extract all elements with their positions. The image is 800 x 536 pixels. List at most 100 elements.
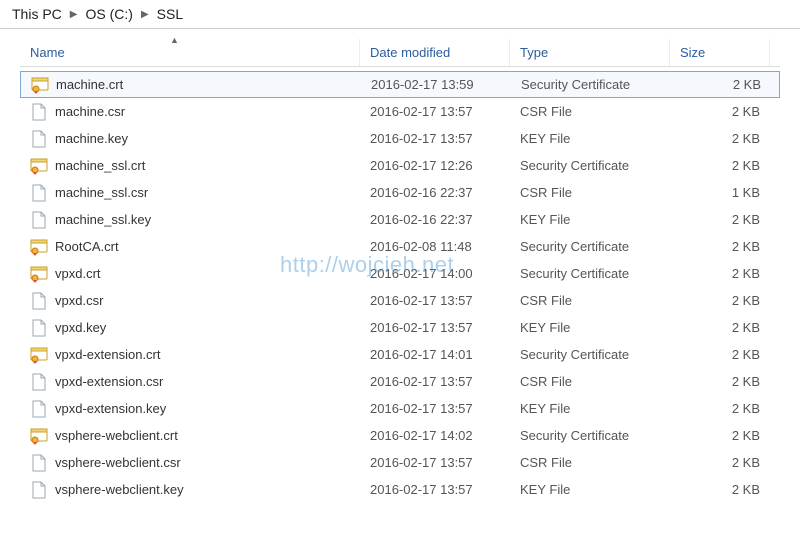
file-type: CSR File (510, 374, 670, 389)
file-date: 2016-02-16 22:37 (360, 212, 510, 227)
file-icon (30, 481, 48, 499)
breadcrumb-item[interactable]: This PC (12, 6, 62, 22)
file-date: 2016-02-17 14:02 (360, 428, 510, 443)
file-icon (30, 400, 48, 418)
file-row[interactable]: machine.key2016-02-17 13:57KEY File2 KB (20, 125, 780, 152)
file-type: CSR File (510, 185, 670, 200)
file-name: vsphere-webclient.key (55, 482, 184, 497)
file-date: 2016-02-08 11:48 (360, 239, 510, 254)
column-header-label: Date modified (370, 45, 450, 60)
file-row[interactable]: vsphere-webclient.crt2016-02-17 14:02Sec… (20, 422, 780, 449)
file-row[interactable]: vpxd-extension.crt2016-02-17 14:01Securi… (20, 341, 780, 368)
file-type: Security Certificate (510, 239, 670, 254)
breadcrumb-item[interactable]: SSL (157, 6, 183, 22)
file-icon (30, 454, 48, 472)
file-type: KEY File (510, 482, 670, 497)
file-type: KEY File (510, 320, 670, 335)
certificate-icon (30, 427, 48, 445)
column-header-type[interactable]: Type (510, 39, 670, 66)
file-row[interactable]: vpxd-extension.key2016-02-17 13:57KEY Fi… (20, 395, 780, 422)
file-row[interactable]: vpxd.csr2016-02-17 13:57CSR File2 KB (20, 287, 780, 314)
file-name-cell: vpxd-extension.csr (20, 373, 360, 391)
file-name: vpxd.key (55, 320, 106, 335)
file-size: 2 KB (670, 266, 770, 281)
file-size: 2 KB (670, 455, 770, 470)
file-size: 2 KB (670, 320, 770, 335)
file-row[interactable]: machine_ssl.key2016-02-16 22:37KEY File2… (20, 206, 780, 233)
column-header-size[interactable]: Size (670, 39, 770, 66)
file-icon (30, 130, 48, 148)
file-type: Security Certificate (510, 428, 670, 443)
file-name-cell: vsphere-webclient.crt (20, 427, 360, 445)
file-size: 2 KB (670, 374, 770, 389)
file-type: Security Certificate (510, 266, 670, 281)
file-name-cell: machine.key (20, 130, 360, 148)
file-name: vpxd.csr (55, 293, 103, 308)
file-size: 2 KB (670, 428, 770, 443)
file-row[interactable]: vpxd-extension.csr 2016-02-17 13:57CSR Fi… (20, 368, 780, 395)
file-name-cell: vpxd-extension.key (20, 400, 360, 418)
file-name-cell: vsphere-webclient.csr (20, 454, 360, 472)
file-row[interactable]: RootCA.crt2016-02-08 11:48Security Certi… (20, 233, 780, 260)
file-rows-container: machine.crt2016-02-17 13:59Security Cert… (20, 71, 780, 503)
file-name-cell: machine_ssl.csr (20, 184, 360, 202)
chevron-right-icon: ▶ (70, 9, 78, 20)
file-row[interactable]: vpxd.key2016-02-17 13:57KEY File2 KB (20, 314, 780, 341)
column-header-label: Name (30, 45, 65, 60)
file-size: 2 KB (670, 104, 770, 119)
file-date: 2016-02-17 13:57 (360, 482, 510, 497)
column-header-label: Type (520, 45, 548, 60)
file-name: machine.key (55, 131, 128, 146)
file-type: Security Certificate (510, 158, 670, 173)
column-header-name[interactable]: Name ▲ (20, 39, 360, 66)
file-name-cell: vpxd.csr (20, 292, 360, 310)
file-row[interactable]: machine_ssl.csr2016-02-16 22:37CSR File1… (20, 179, 780, 206)
file-icon (30, 319, 48, 337)
file-list-area: Name ▲ Date modified Type Size machine.c… (0, 29, 800, 503)
file-date: 2016-02-17 13:57 (360, 104, 510, 119)
file-row[interactable]: machine.csr2016-02-17 13:57CSR File2 KB (20, 98, 780, 125)
file-date: 2016-02-17 12:26 (360, 158, 510, 173)
file-date: 2016-02-17 13:59 (361, 77, 511, 92)
file-date: 2016-02-17 13:57 (360, 293, 510, 308)
file-size: 2 KB (670, 482, 770, 497)
file-name-cell: RootCA.crt (20, 238, 360, 256)
file-name: vsphere-webclient.csr (55, 455, 181, 470)
file-name-cell: machine.csr (20, 103, 360, 121)
file-name: vpxd.crt (55, 266, 101, 281)
file-type: KEY File (510, 401, 670, 416)
breadcrumb-item[interactable]: OS (C:) (86, 6, 133, 22)
file-type: Security Certificate (511, 77, 671, 92)
certificate-icon (31, 76, 49, 94)
file-icon (30, 292, 48, 310)
column-header-date[interactable]: Date modified (360, 39, 510, 66)
file-date: 2016-02-17 13:57 (360, 374, 510, 389)
file-name: vpxd-extension.crt (55, 347, 161, 362)
file-row[interactable]: vsphere-webclient.csr2016-02-17 13:57CSR… (20, 449, 780, 476)
file-name-cell: vpxd.key (20, 319, 360, 337)
file-size: 2 KB (670, 239, 770, 254)
file-row[interactable]: vpxd.crt 2016-02-17 14:00Security Certifi… (20, 260, 780, 287)
file-icon (30, 373, 48, 391)
file-date: 2016-02-17 13:57 (360, 401, 510, 416)
sort-ascending-icon: ▲ (170, 35, 179, 45)
file-name: machine_ssl.key (55, 212, 151, 227)
file-name: machine.csr (55, 104, 125, 119)
file-row[interactable]: machine_ssl.crt 2016-02-17 12:26Security … (20, 152, 780, 179)
file-row[interactable]: machine.crt 2016-02-17 13:59Security Cert… (20, 71, 780, 98)
column-header-label: Size (680, 45, 705, 60)
file-name: vpxd-extension.csr (55, 374, 163, 389)
file-date: 2016-02-17 14:00 (360, 266, 510, 281)
file-size: 2 KB (671, 77, 771, 92)
file-type: Security Certificate (510, 347, 670, 362)
breadcrumb[interactable]: This PC ▶ OS (C:) ▶ SSL (0, 0, 800, 29)
file-date: 2016-02-16 22:37 (360, 185, 510, 200)
file-row[interactable]: vsphere-webclient.key 2016-02-17 13:57KEY… (20, 476, 780, 503)
file-name: machine.crt (56, 77, 123, 92)
file-type: KEY File (510, 131, 670, 146)
certificate-icon (30, 265, 48, 283)
file-icon (30, 184, 48, 202)
file-size: 2 KB (670, 131, 770, 146)
file-name: machine_ssl.crt (55, 158, 145, 173)
file-name: machine_ssl.csr (55, 185, 148, 200)
